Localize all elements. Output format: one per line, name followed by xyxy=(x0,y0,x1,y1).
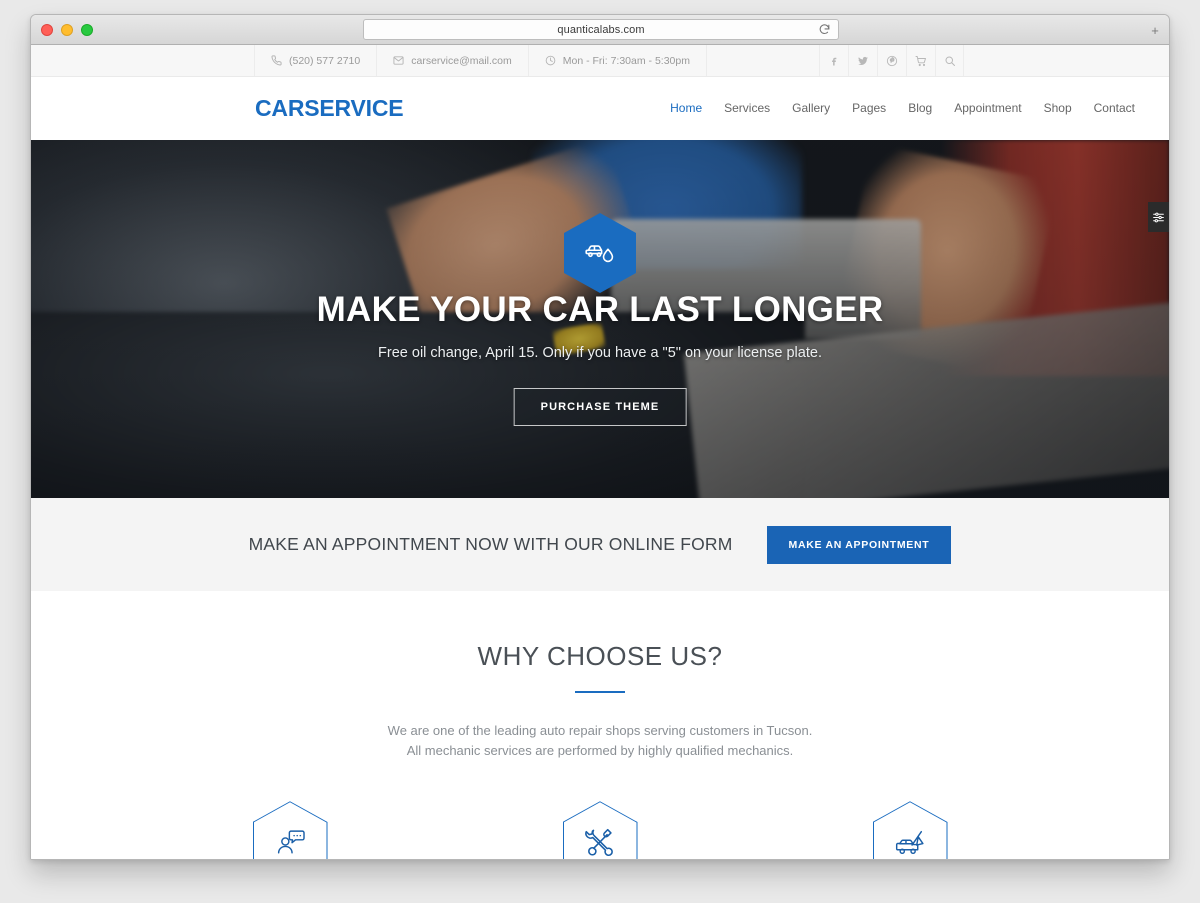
browser-titlebar: quanticalabs.com + xyxy=(31,15,1169,45)
new-tab-button[interactable]: + xyxy=(1148,23,1162,37)
phone-icon xyxy=(271,55,282,66)
site-topbar: (520) 577 2710 carservice@mail.com Mon -… xyxy=(31,45,1169,77)
feature-icon-frame xyxy=(252,801,328,859)
feature-list: EVERY JOB IS PERSONAL BEST MATERIALS xyxy=(31,801,1169,859)
close-window-button[interactable] xyxy=(41,24,53,36)
pinterest-icon[interactable] xyxy=(877,45,906,76)
hero-subtitle: Free oil change, April 15. Only if you h… xyxy=(378,345,822,361)
minimize-window-button[interactable] xyxy=(61,24,73,36)
section-divider xyxy=(575,691,625,693)
feature-icon-frame xyxy=(872,801,948,859)
zoom-window-button[interactable] xyxy=(81,24,93,36)
address-bar[interactable]: quanticalabs.com xyxy=(363,19,839,40)
hero-banner: MAKE YOUR CAR LAST LONGER Free oil chang… xyxy=(31,140,1169,498)
make-appointment-button[interactable]: MAKE AN APPOINTMENT xyxy=(766,525,952,564)
feature-item-every-job-is-personal[interactable]: EVERY JOB IS PERSONAL xyxy=(200,801,380,859)
nav-item-contact[interactable]: Contact xyxy=(1094,101,1135,115)
person-speech-bubble-icon xyxy=(277,830,305,854)
car-oil-drop-icon xyxy=(585,245,614,263)
tow-truck-icon xyxy=(895,831,924,855)
topbar-hours: Mon - Fri: 7:30am - 5:30pm xyxy=(527,45,707,76)
page-viewport: (520) 577 2710 carservice@mail.com Mon -… xyxy=(31,45,1169,859)
purchase-theme-button[interactable]: PURCHASE THEME xyxy=(513,388,687,426)
main-navigation: Home Services Gallery Pages Blog Appoint… xyxy=(670,101,1135,115)
appointment-strip: MAKE AN APPOINTMENT NOW WITH OUR ONLINE … xyxy=(31,498,1169,591)
nav-item-pages[interactable]: Pages xyxy=(852,101,886,115)
wrench-screwdriver-icon xyxy=(584,829,613,857)
appointment-prompt: MAKE AN APPOINTMENT NOW WITH OUR ONLINE … xyxy=(248,534,733,554)
clock-icon xyxy=(545,55,556,66)
topbar-left-spacer xyxy=(31,45,255,76)
nav-item-shop[interactable]: Shop xyxy=(1044,101,1072,115)
nav-item-home[interactable]: Home xyxy=(670,101,702,115)
hero-title: MAKE YOUR CAR LAST LONGER xyxy=(316,290,884,329)
search-icon[interactable] xyxy=(935,45,964,76)
browser-window: quanticalabs.com + (520) 577 2710 carser… xyxy=(30,14,1170,860)
site-header: CARSERVICE Home Services Gallery Pages B… xyxy=(31,77,1169,140)
topbar-email-text: carservice@mail.com xyxy=(411,54,512,67)
feature-item-professional-standards[interactable]: PROFESSIONAL STANDARDS xyxy=(820,801,1000,859)
facebook-icon[interactable] xyxy=(819,45,848,76)
feature-item-best-materials[interactable]: BEST MATERIALS xyxy=(510,801,690,859)
reload-icon[interactable] xyxy=(818,23,831,36)
topbar-email[interactable]: carservice@mail.com xyxy=(376,45,529,76)
sliders-settings-icon xyxy=(1153,212,1164,222)
cart-icon[interactable] xyxy=(906,45,935,76)
theme-settings-tab[interactable] xyxy=(1148,202,1169,232)
envelope-icon xyxy=(393,55,404,66)
nav-item-appointment[interactable]: Appointment xyxy=(954,101,1021,115)
topbar-phone[interactable]: (520) 577 2710 xyxy=(254,45,378,76)
hero-badge xyxy=(564,213,636,293)
why-choose-us-section: WHY CHOOSE US? We are one of the leading… xyxy=(31,591,1169,859)
topbar-social-links xyxy=(819,45,964,76)
feature-icon-frame xyxy=(562,801,638,859)
topbar-phone-text: (520) 577 2710 xyxy=(289,54,361,67)
section-title: WHY CHOOSE US? xyxy=(477,641,723,671)
topbar-flex-spacer xyxy=(707,45,819,76)
nav-item-services[interactable]: Services xyxy=(724,101,770,115)
window-controls xyxy=(41,24,93,36)
site-logo[interactable]: CARSERVICE xyxy=(255,95,404,122)
twitter-icon[interactable] xyxy=(848,45,877,76)
topbar-hours-text: Mon - Fri: 7:30am - 5:30pm xyxy=(562,54,690,67)
nav-item-blog[interactable]: Blog xyxy=(908,101,932,115)
nav-item-gallery[interactable]: Gallery xyxy=(792,101,830,115)
url-text: quanticalabs.com xyxy=(557,23,645,36)
topbar-right-spacer xyxy=(964,45,1169,76)
section-description: We are one of the leading auto repair sh… xyxy=(31,721,1169,761)
section-description-line-2: All mechanic services are performed by h… xyxy=(406,743,794,759)
section-description-line-1: We are one of the leading auto repair sh… xyxy=(387,723,813,738)
